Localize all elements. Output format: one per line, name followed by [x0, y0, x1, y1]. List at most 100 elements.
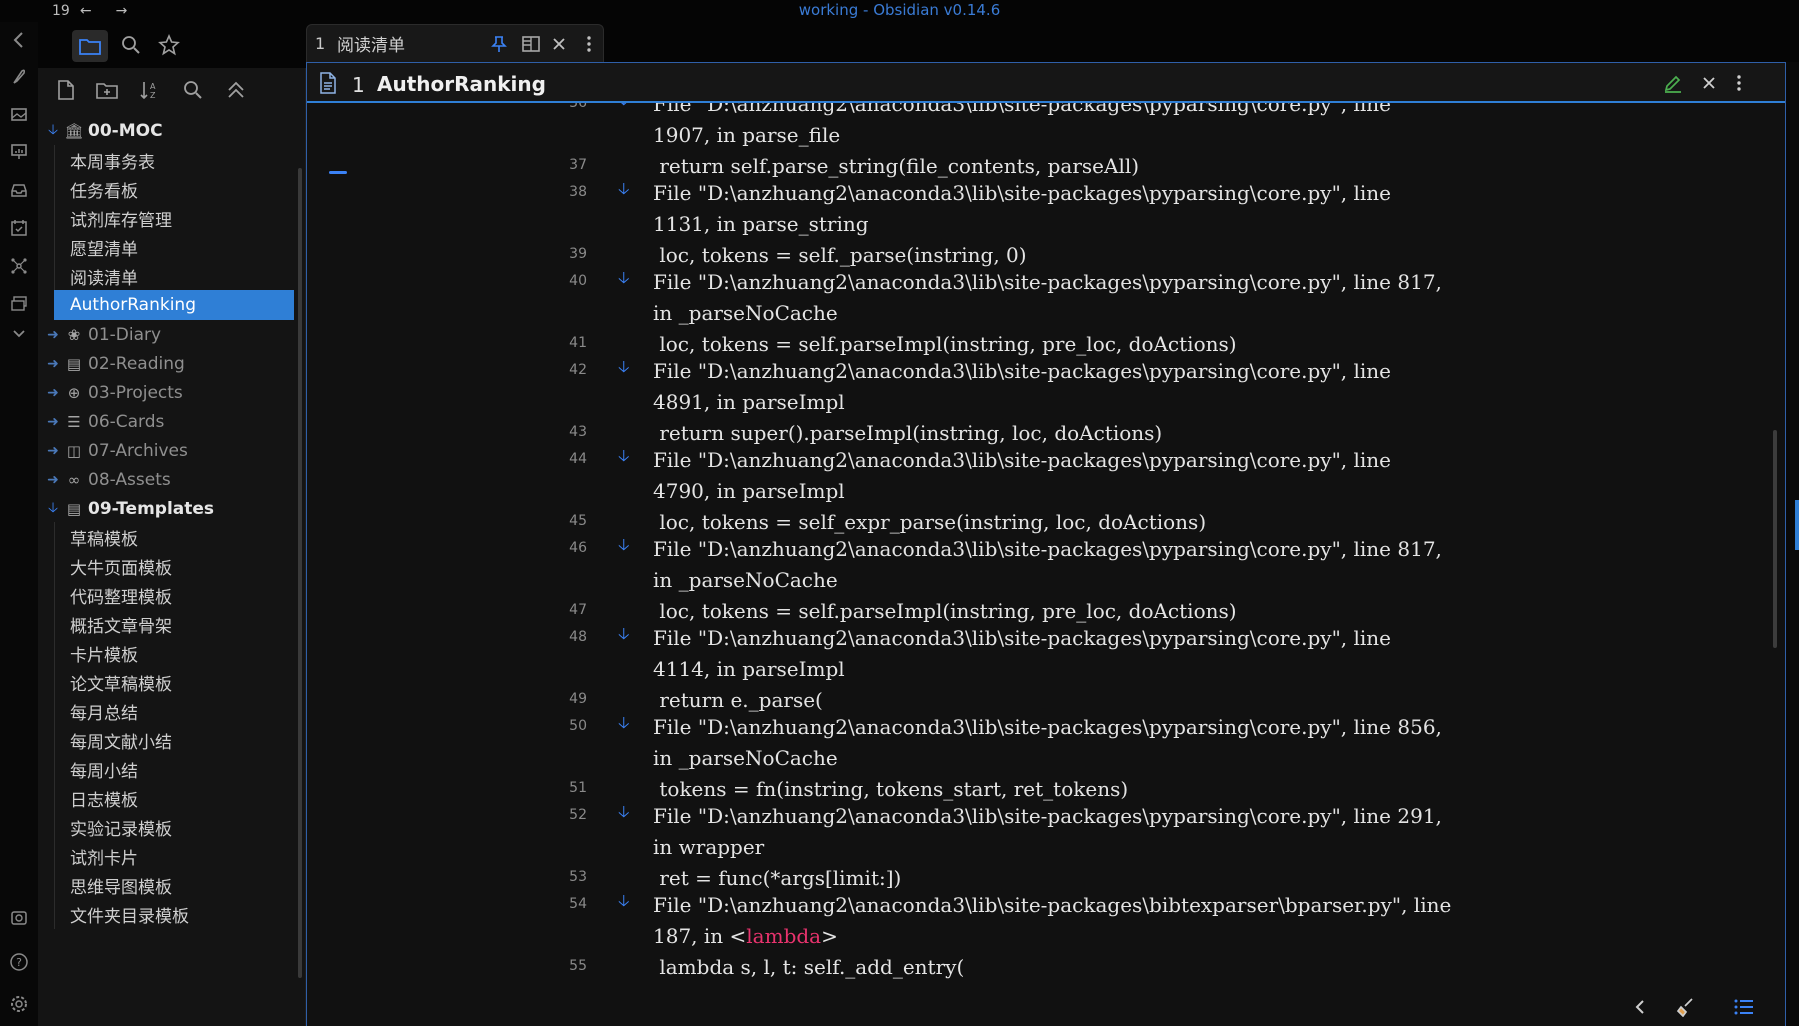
chevron-right-icon[interactable]: ➜	[46, 443, 60, 459]
line-number: 36	[569, 103, 587, 111]
chevron-right-icon[interactable]: ➜	[46, 327, 60, 343]
sort-icon[interactable]: AZ	[138, 78, 162, 102]
vault-icon[interactable]	[9, 908, 29, 928]
help-icon[interactable]: ?	[9, 952, 29, 972]
window-title: working - Obsidian v0.14.6	[798, 1, 1001, 19]
tab-bar: 1 阅读清单	[306, 22, 1799, 62]
cards-icon[interactable]	[9, 294, 29, 314]
folder-label: 00-MOC	[88, 121, 163, 141]
broom-icon[interactable]	[1672, 994, 1700, 1020]
outline-list-icon[interactable]	[1730, 994, 1758, 1020]
chevron-down-icon[interactable]: 🡣	[46, 497, 60, 521]
fold-arrow-icon[interactable]: 🡣	[618, 356, 630, 383]
chevron-right-icon[interactable]: ➜	[46, 356, 60, 372]
pane-number: 1	[352, 73, 365, 97]
pin-icon[interactable]	[489, 34, 509, 54]
fold-arrow-icon[interactable]: 🡣	[618, 103, 630, 116]
code-text: File "D:\anzhuang2\anaconda3\lib\site-pa…	[653, 804, 1442, 859]
document-icon	[319, 72, 339, 94]
fold-arrow-icon[interactable]: 🡣	[618, 445, 630, 472]
feather-icon[interactable]	[9, 66, 29, 86]
tab-reading-list[interactable]: 1 阅读清单	[306, 24, 604, 62]
presentation-icon[interactable]	[9, 141, 29, 161]
folder-label: 02-Reading	[88, 354, 185, 374]
file-item[interactable]: 试剂库存管理	[54, 203, 294, 233]
folder-03-projects[interactable]: ➜ ⊕ 03-Projects	[46, 378, 296, 408]
inbox-icon[interactable]	[9, 180, 29, 200]
star-icon[interactable]	[156, 32, 182, 58]
line-number: 44	[569, 451, 587, 467]
file-item[interactable]: 愿望清单	[54, 232, 294, 262]
search-icon[interactable]	[118, 32, 144, 58]
file-item[interactable]: 阅读清单	[54, 261, 294, 291]
file-item[interactable]: 概括文章骨架	[54, 609, 294, 639]
chevron-right-icon[interactable]: ➜	[46, 385, 60, 401]
chevron-left-icon[interactable]	[1626, 994, 1654, 1020]
fold-arrow-icon[interactable]: 🡣	[618, 623, 630, 650]
pane-header: 1 AuthorRanking	[307, 63, 1785, 103]
folder-00-moc[interactable]: 🡣 🏛 00-MOC	[46, 116, 296, 146]
file-item[interactable]: 任务看板	[54, 174, 294, 204]
folder-icon[interactable]	[72, 30, 108, 62]
file-item[interactable]: 每月总结	[54, 696, 294, 726]
search-files-icon[interactable]	[181, 78, 205, 102]
new-folder-icon[interactable]	[95, 78, 119, 102]
folder-07-archives[interactable]: ➜ ◫ 07-Archives	[46, 436, 296, 466]
file-item[interactable]: 实验记录模板	[54, 812, 294, 842]
paperclip-icon: ∞	[67, 471, 81, 489]
close-pane-icon[interactable]	[1697, 71, 1721, 95]
folder-06-cards[interactable]: ➜ ☰ 06-Cards	[46, 407, 296, 437]
file-item[interactable]: 每周文献小结	[54, 725, 294, 755]
chevron-right-icon[interactable]: ➜	[46, 414, 60, 430]
file-item[interactable]: 日志模板	[54, 783, 294, 813]
line-number: 45	[569, 513, 587, 529]
file-item-selected[interactable]: AuthorRanking	[54, 290, 294, 320]
archive-icon: ◫	[66, 442, 82, 460]
settings-icon[interactable]	[9, 994, 29, 1014]
gallery-icon[interactable]	[9, 104, 29, 124]
folder-09-templates[interactable]: 🡣 ▤ 09-Templates	[46, 494, 296, 524]
file-item[interactable]: 草稿模板	[54, 522, 294, 552]
fold-arrow-icon[interactable]: 🡣	[618, 801, 630, 828]
fold-arrow-icon[interactable]: 🡣	[618, 534, 630, 561]
file-item[interactable]: 大牛页面模板	[54, 551, 294, 581]
code-text: File "D:\anzhuang2\anaconda3\lib\site-pa…	[653, 715, 1442, 770]
chevron-down-icon[interactable]: 🡣	[46, 119, 60, 143]
fold-arrow-icon[interactable]: 🡣	[618, 178, 630, 205]
file-item[interactable]: 试剂卡片	[54, 841, 294, 871]
folder-01-diary[interactable]: ➜ ❀ 01-Diary	[46, 320, 296, 350]
file-item[interactable]: 卡片模板	[54, 638, 294, 668]
folder-08-assets[interactable]: ➜ ∞ 08-Assets	[46, 465, 296, 495]
graph-icon[interactable]	[9, 256, 29, 276]
svg-text:?: ?	[16, 956, 22, 969]
file-item[interactable]: 代码整理模板	[54, 580, 294, 610]
tab-number: 1	[315, 34, 326, 53]
file-item[interactable]: 每周小结	[54, 754, 294, 784]
chevron-right-icon[interactable]: ➜	[46, 472, 60, 488]
more-options-icon[interactable]	[579, 34, 599, 54]
edit-icon[interactable]	[1661, 71, 1685, 95]
split-icon[interactable]	[521, 34, 541, 54]
code-block[interactable]: 36 🡣 File "D:\anzhuang2\anaconda3\lib\site…	[307, 103, 1785, 1026]
fold-arrow-icon[interactable]: 🡣	[618, 712, 630, 739]
file-item[interactable]: 文件夹目录模板	[54, 899, 294, 929]
fold-arrow-icon[interactable]: 🡣	[618, 267, 630, 294]
folder-label: 08-Assets	[88, 470, 171, 490]
fold-arrow-icon[interactable]: 🡣	[618, 890, 630, 917]
folder-02-reading[interactable]: ➜ ▤ 02-Reading	[46, 349, 296, 379]
line-number: 48	[569, 629, 587, 645]
chevron-down-icon[interactable]	[9, 324, 29, 344]
collapse-all-icon[interactable]	[224, 78, 248, 102]
new-note-icon[interactable]	[54, 78, 78, 102]
file-item[interactable]: 思维导图模板	[54, 870, 294, 900]
sidebar-scrollbar[interactable]	[298, 168, 302, 978]
file-item[interactable]: 本周事务表	[54, 145, 294, 175]
editor-scrollbar[interactable]	[1773, 430, 1777, 648]
chevron-left-icon[interactable]	[9, 30, 29, 50]
file-item[interactable]: 论文草稿模板	[54, 667, 294, 697]
close-icon[interactable]	[549, 34, 569, 54]
more-options-icon[interactable]	[1727, 71, 1751, 95]
pane-title[interactable]: AuthorRanking	[377, 72, 546, 96]
paw-icon: ❀	[67, 326, 81, 344]
calendar-check-icon[interactable]	[9, 218, 29, 238]
